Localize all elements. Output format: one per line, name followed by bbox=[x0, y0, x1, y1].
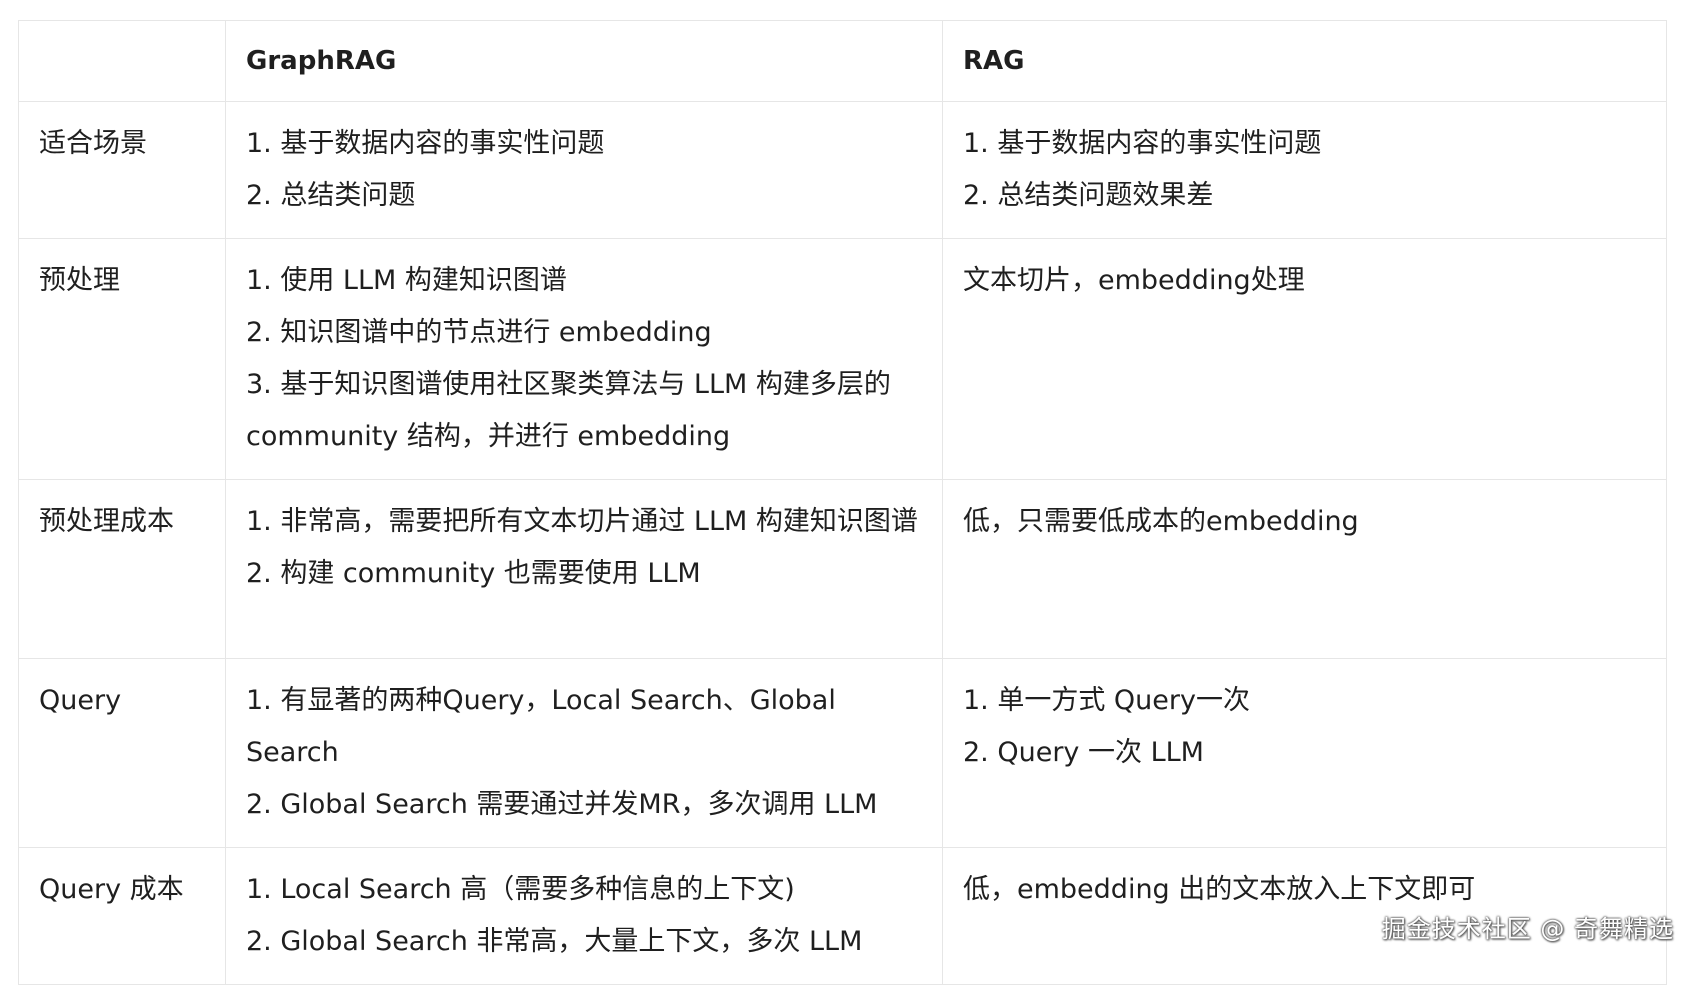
rag-cell: 1. 基于数据内容的事实性问题 2. 总结类问题效果差 bbox=[942, 101, 1667, 239]
table-row: Query 1. 有显著的两种Query，Local Search、Global… bbox=[18, 658, 1667, 848]
cell-line: 低，只需要低成本的embedding bbox=[963, 506, 1359, 537]
graphrag-cell: 1. 使用 LLM 构建知识图谱 2. 知识图谱中的节点进行 embedding… bbox=[225, 238, 943, 480]
graphrag-cell: 1. 基于数据内容的事实性问题 2. 总结类问题 bbox=[225, 101, 943, 239]
cell-line: 1. 基于数据内容的事实性问题 bbox=[963, 128, 1322, 159]
watermark: 掘金技术社区 @ 奇舞精选 bbox=[1381, 915, 1674, 943]
cell-line: 2. 总结类问题效果差 bbox=[963, 180, 1214, 211]
table-row: 预处理 1. 使用 LLM 构建知识图谱 2. 知识图谱中的节点进行 embed… bbox=[18, 238, 1667, 480]
cell-line: 1. 基于数据内容的事实性问题 bbox=[246, 128, 605, 159]
row-label: 适合场景 bbox=[18, 101, 226, 239]
table-row: 适合场景 1. 基于数据内容的事实性问题 2. 总结类问题 1. 基于数据内容的… bbox=[18, 101, 1667, 239]
cell-line: 2. Global Search 需要通过并发MR，多次调用 LLM bbox=[246, 789, 878, 820]
cell-line: 1. 单一方式 Query一次 bbox=[963, 685, 1250, 716]
cell-line: 2. 总结类问题 bbox=[246, 180, 416, 211]
cell-line: 1. 有显著的两种Query，Local Search、Global Searc… bbox=[246, 685, 836, 768]
row-label: Query 成本 bbox=[18, 847, 226, 985]
cell-line: 1. 非常高，需要把所有文本切片通过 LLM 构建知识图谱 bbox=[246, 506, 918, 537]
cell-line: 2. Global Search 非常高，大量上下文，多次 LLM bbox=[246, 926, 863, 957]
rag-cell: 低，只需要低成本的embedding bbox=[942, 479, 1667, 659]
cell-line: 1. Local Search 高（需要多种信息的上下文) bbox=[246, 874, 795, 905]
rag-cell: 文本切片，embedding处理 bbox=[942, 238, 1667, 480]
table-header-row: GraphRAG RAG bbox=[18, 20, 1667, 102]
cell-line: 文本切片，embedding处理 bbox=[963, 265, 1305, 296]
rag-cell: 1. 单一方式 Query一次 2. Query 一次 LLM bbox=[942, 658, 1667, 848]
graphrag-cell: 1. 有显著的两种Query，Local Search、Global Searc… bbox=[225, 658, 943, 848]
row-label: 预处理 bbox=[18, 238, 226, 480]
row-label: Query bbox=[18, 658, 226, 848]
cell-line: 2. 知识图谱中的节点进行 embedding bbox=[246, 317, 712, 348]
cell-line: 2. 构建 community 也需要使用 LLM bbox=[246, 558, 701, 589]
comparison-table: GraphRAG RAG 适合场景 1. 基于数据内容的事实性问题 2. 总结类… bbox=[18, 20, 1667, 985]
graphrag-cell: 1. Local Search 高（需要多种信息的上下文) 2. Global … bbox=[225, 847, 943, 985]
row-label: 预处理成本 bbox=[18, 479, 226, 659]
comparison-table-container: GraphRAG RAG 适合场景 1. 基于数据内容的事实性问题 2. 总结类… bbox=[18, 20, 1667, 985]
graphrag-cell: 1. 非常高，需要把所有文本切片通过 LLM 构建知识图谱 2. 构建 comm… bbox=[225, 479, 943, 659]
cell-line: 3. 基于知识图谱使用社区聚类算法与 LLM 构建多层的 community 结… bbox=[246, 369, 891, 452]
header-rag: RAG bbox=[942, 20, 1667, 102]
header-graphrag: GraphRAG bbox=[225, 20, 943, 102]
header-empty-cell bbox=[18, 20, 226, 102]
cell-line: 2. Query 一次 LLM bbox=[963, 737, 1204, 768]
cell-line: 1. 使用 LLM 构建知识图谱 bbox=[246, 265, 567, 296]
table-row: 预处理成本 1. 非常高，需要把所有文本切片通过 LLM 构建知识图谱 2. 构… bbox=[18, 479, 1667, 659]
